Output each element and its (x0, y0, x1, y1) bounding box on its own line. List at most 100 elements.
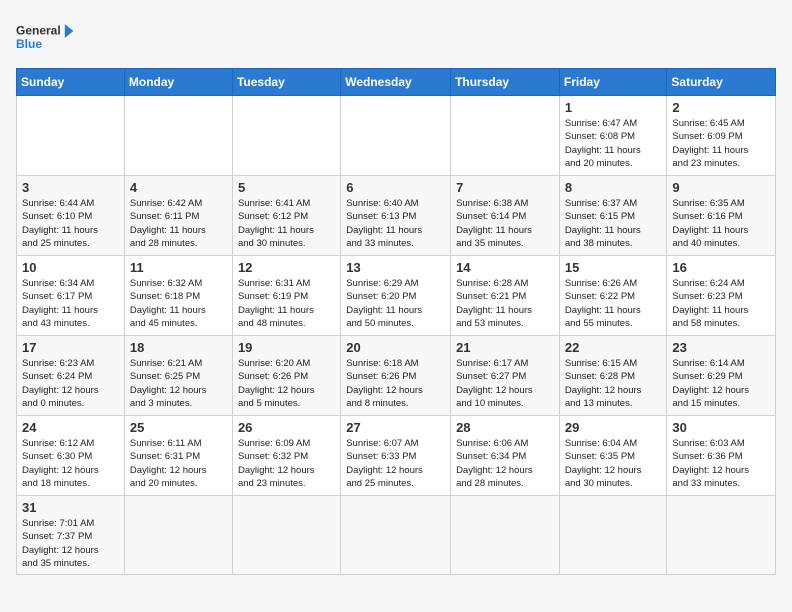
calendar-week-row: 1 Sunrise: 6:47 AM Sunset: 6:08 PM Daylig… (17, 96, 776, 176)
day-of-week-header: Thursday (451, 69, 560, 96)
calendar-day-cell: 14 Sunrise: 6:28 AM Sunset: 6:21 PM Dayli… (451, 256, 560, 336)
day-number: 25 (130, 420, 227, 435)
day-sun-info: Sunrise: 6:06 AM Sunset: 6:34 PM Dayligh… (456, 437, 554, 490)
svg-text:Blue: Blue (16, 37, 42, 51)
calendar-day-cell (559, 496, 667, 575)
day-sun-info: Sunrise: 6:04 AM Sunset: 6:35 PM Dayligh… (565, 437, 662, 490)
day-number: 31 (22, 500, 119, 515)
day-sun-info: Sunrise: 7:01 AM Sunset: 7:37 PM Dayligh… (22, 517, 119, 570)
day-sun-info: Sunrise: 6:29 AM Sunset: 6:20 PM Dayligh… (346, 277, 445, 330)
day-number: 19 (238, 340, 335, 355)
calendar-day-cell: 22Sunrise: 6:15 AM Sunset: 6:28 PM Dayli… (559, 336, 667, 416)
day-of-week-header: Saturday (667, 69, 776, 96)
day-number: 17 (22, 340, 119, 355)
day-sun-info: Sunrise: 6:44 AM Sunset: 6:10 PM Dayligh… (22, 197, 119, 250)
day-number: 15 (565, 260, 662, 275)
day-sun-info: Sunrise: 6:35 AM Sunset: 6:16 PM Dayligh… (672, 197, 770, 250)
day-sun-info: Sunrise: 6:24 AM Sunset: 6:23 PM Dayligh… (672, 277, 770, 330)
day-number: 11 (130, 260, 227, 275)
calendar-day-cell: 19Sunrise: 6:20 AM Sunset: 6:26 PM Dayli… (232, 336, 340, 416)
calendar-day-cell: 2Sunrise: 6:45 AM Sunset: 6:09 PM Daylig… (667, 96, 776, 176)
calendar-day-cell: 23 Sunrise: 6:14 AM Sunset: 6:29 PM Dayli… (667, 336, 776, 416)
day-number: 3 (22, 180, 119, 195)
day-number: 30 (672, 420, 770, 435)
calendar-week-row: 24 Sunrise: 6:12 AM Sunset: 6:30 PM Dayli… (17, 416, 776, 496)
day-number: 26 (238, 420, 335, 435)
day-of-week-header: Wednesday (341, 69, 451, 96)
day-sun-info: Sunrise: 6:38 AM Sunset: 6:14 PM Dayligh… (456, 197, 554, 250)
calendar-day-cell (17, 96, 125, 176)
calendar-day-cell: 4 Sunrise: 6:42 AM Sunset: 6:11 PM Daylig… (124, 176, 232, 256)
logo: General Blue (16, 16, 76, 58)
calendar-day-cell: 1 Sunrise: 6:47 AM Sunset: 6:08 PM Daylig… (559, 96, 667, 176)
day-sun-info: Sunrise: 6:12 AM Sunset: 6:30 PM Dayligh… (22, 437, 119, 490)
day-sun-info: Sunrise: 6:47 AM Sunset: 6:08 PM Dayligh… (565, 117, 662, 170)
day-sun-info: Sunrise: 6:18 AM Sunset: 6:26 PM Dayligh… (346, 357, 445, 410)
day-number: 18 (130, 340, 227, 355)
svg-text:General: General (16, 23, 61, 37)
calendar-week-row: 17 Sunrise: 6:23 AM Sunset: 6:24 PM Dayli… (17, 336, 776, 416)
day-number: 14 (456, 260, 554, 275)
day-sun-info: Sunrise: 6:23 AM Sunset: 6:24 PM Dayligh… (22, 357, 119, 410)
calendar-day-cell: 9 Sunrise: 6:35 AM Sunset: 6:16 PM Daylig… (667, 176, 776, 256)
calendar-day-cell: 24 Sunrise: 6:12 AM Sunset: 6:30 PM Dayli… (17, 416, 125, 496)
calendar-day-cell: 18 Sunrise: 6:21 AM Sunset: 6:25 PM Dayli… (124, 336, 232, 416)
day-sun-info: Sunrise: 6:21 AM Sunset: 6:25 PM Dayligh… (130, 357, 227, 410)
day-number: 28 (456, 420, 554, 435)
calendar-day-cell: 13 Sunrise: 6:29 AM Sunset: 6:20 PM Dayli… (341, 256, 451, 336)
day-number: 1 (565, 100, 662, 115)
day-sun-info: Sunrise: 6:28 AM Sunset: 6:21 PM Dayligh… (456, 277, 554, 330)
day-of-week-header: Tuesday (232, 69, 340, 96)
calendar-day-cell: 12 Sunrise: 6:31 AM Sunset: 6:19 PM Dayli… (232, 256, 340, 336)
calendar-day-cell: 27Sunrise: 6:07 AM Sunset: 6:33 PM Dayli… (341, 416, 451, 496)
day-number: 7 (456, 180, 554, 195)
calendar-day-cell: 29 Sunrise: 6:04 AM Sunset: 6:35 PM Dayli… (559, 416, 667, 496)
day-number: 2 (672, 100, 770, 115)
day-sun-info: Sunrise: 6:32 AM Sunset: 6:18 PM Dayligh… (130, 277, 227, 330)
day-number: 5 (238, 180, 335, 195)
calendar-header-row: SundayMondayTuesdayWednesdayThursdayFrid… (17, 69, 776, 96)
calendar-day-cell: 17 Sunrise: 6:23 AM Sunset: 6:24 PM Dayli… (17, 336, 125, 416)
day-number: 12 (238, 260, 335, 275)
calendar-day-cell: 30 Sunrise: 6:03 AM Sunset: 6:36 PM Dayli… (667, 416, 776, 496)
day-sun-info: Sunrise: 6:07 AM Sunset: 6:33 PM Dayligh… (346, 437, 445, 490)
calendar-day-cell (341, 496, 451, 575)
calendar-day-cell: 20 Sunrise: 6:18 AM Sunset: 6:26 PM Dayli… (341, 336, 451, 416)
calendar-day-cell: 21 Sunrise: 6:17 AM Sunset: 6:27 PM Dayli… (451, 336, 560, 416)
calendar-day-cell: 6Sunrise: 6:40 AM Sunset: 6:13 PM Daylig… (341, 176, 451, 256)
day-of-week-header: Friday (559, 69, 667, 96)
day-sun-info: Sunrise: 6:09 AM Sunset: 6:32 PM Dayligh… (238, 437, 335, 490)
day-number: 16 (672, 260, 770, 275)
day-number: 4 (130, 180, 227, 195)
calendar-day-cell: 31 Sunrise: 7:01 AM Sunset: 7:37 PM Dayli… (17, 496, 125, 575)
day-number: 10 (22, 260, 119, 275)
day-sun-info: Sunrise: 6:41 AM Sunset: 6:12 PM Dayligh… (238, 197, 335, 250)
day-of-week-header: Sunday (17, 69, 125, 96)
day-number: 21 (456, 340, 554, 355)
day-number: 13 (346, 260, 445, 275)
day-sun-info: Sunrise: 6:31 AM Sunset: 6:19 PM Dayligh… (238, 277, 335, 330)
day-number: 29 (565, 420, 662, 435)
day-sun-info: Sunrise: 6:42 AM Sunset: 6:11 PM Dayligh… (130, 197, 227, 250)
calendar-week-row: 31 Sunrise: 7:01 AM Sunset: 7:37 PM Dayli… (17, 496, 776, 575)
calendar-day-cell (124, 496, 232, 575)
logo-icon: General Blue (16, 16, 76, 58)
day-sun-info: Sunrise: 6:03 AM Sunset: 6:36 PM Dayligh… (672, 437, 770, 490)
calendar-day-cell (341, 96, 451, 176)
day-number: 6 (346, 180, 445, 195)
calendar-day-cell (451, 496, 560, 575)
calendar-day-cell (232, 496, 340, 575)
day-number: 23 (672, 340, 770, 355)
day-of-week-header: Monday (124, 69, 232, 96)
calendar-day-cell (124, 96, 232, 176)
day-number: 9 (672, 180, 770, 195)
calendar-day-cell: 10Sunrise: 6:34 AM Sunset: 6:17 PM Dayli… (17, 256, 125, 336)
day-number: 24 (22, 420, 119, 435)
day-sun-info: Sunrise: 6:15 AM Sunset: 6:28 PM Dayligh… (565, 357, 662, 410)
day-sun-info: Sunrise: 6:37 AM Sunset: 6:15 PM Dayligh… (565, 197, 662, 250)
day-number: 20 (346, 340, 445, 355)
day-sun-info: Sunrise: 6:17 AM Sunset: 6:27 PM Dayligh… (456, 357, 554, 410)
calendar-day-cell: 7 Sunrise: 6:38 AM Sunset: 6:14 PM Daylig… (451, 176, 560, 256)
day-sun-info: Sunrise: 6:14 AM Sunset: 6:29 PM Dayligh… (672, 357, 770, 410)
calendar-week-row: 10Sunrise: 6:34 AM Sunset: 6:17 PM Dayli… (17, 256, 776, 336)
